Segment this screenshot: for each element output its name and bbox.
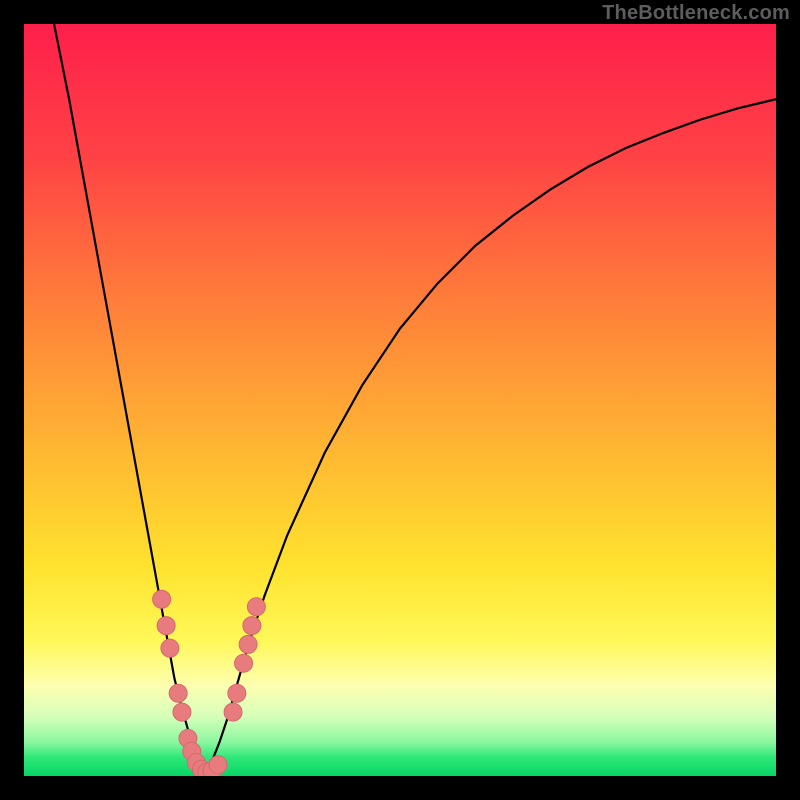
data-marker <box>243 617 261 635</box>
chart-svg <box>24 24 776 776</box>
data-marker <box>224 703 242 721</box>
data-marker <box>239 635 257 653</box>
data-marker <box>173 703 191 721</box>
data-marker <box>157 617 175 635</box>
data-marker <box>235 654 253 672</box>
data-marker <box>161 639 179 657</box>
data-marker <box>209 756 227 774</box>
data-marker <box>228 684 246 702</box>
chart-frame <box>24 24 776 776</box>
data-marker <box>153 590 171 608</box>
data-marker <box>247 598 265 616</box>
data-marker <box>169 684 187 702</box>
gradient-background <box>24 24 776 776</box>
watermark-text: TheBottleneck.com <box>602 2 790 25</box>
